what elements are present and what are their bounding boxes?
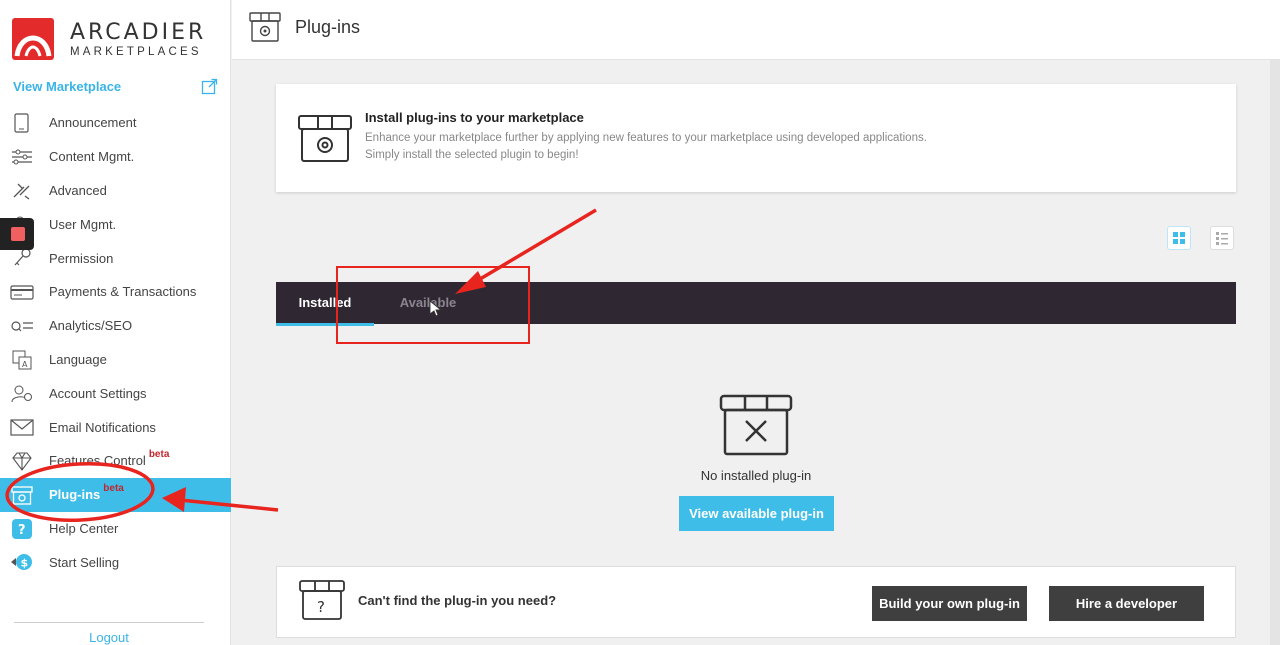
tablet-icon bbox=[14, 113, 29, 133]
sidebar-item-features-control[interactable]: Features Control beta bbox=[0, 444, 231, 478]
view-available-plugin-button[interactable]: View available plug-in bbox=[679, 496, 834, 531]
diamond-icon bbox=[12, 452, 32, 471]
tab-available[interactable]: Available bbox=[386, 282, 470, 324]
sidebar-item-label: Email Notifications bbox=[49, 419, 156, 435]
sidebar-item-label: Help Center bbox=[49, 520, 119, 536]
brand-subtitle: MARKETPLACES bbox=[70, 46, 202, 58]
sidebar-item-label: Payments & Transactions bbox=[49, 284, 197, 300]
install-info-card: Install plug-ins to your marketplace Enh… bbox=[276, 84, 1236, 192]
page-header: Plug-ins bbox=[232, 0, 1280, 60]
sidebar-item-language[interactable]: A Language bbox=[0, 343, 231, 377]
empty-state-message: No installed plug-in bbox=[700, 468, 812, 483]
key-icon bbox=[14, 248, 31, 266]
question-icon: ? bbox=[12, 518, 32, 539]
sidebar-item-start-selling[interactable]: $ Start Selling bbox=[0, 545, 231, 579]
grid-icon bbox=[1173, 232, 1185, 244]
svg-text:?: ? bbox=[18, 523, 26, 538]
list-icon bbox=[1216, 232, 1228, 245]
beta-badge: beta bbox=[103, 483, 124, 495]
sliders-icon bbox=[12, 149, 32, 165]
external-link-icon[interactable] bbox=[201, 78, 218, 95]
build-own-plugin-button[interactable]: Build your own plug-in bbox=[872, 586, 1027, 621]
sidebar-item-advanced[interactable]: Advanced bbox=[0, 174, 231, 208]
info-description: Simply install the selected plugin to be… bbox=[365, 149, 579, 161]
sidebar-item-content-mgmt[interactable]: Content Mgmt. bbox=[0, 140, 231, 174]
sidebar-item-email-notifications[interactable]: Email Notifications bbox=[0, 410, 231, 444]
plugin-tabs: Installed Available bbox=[276, 282, 1236, 326]
info-description: Enhance your marketplace further by appl… bbox=[365, 132, 927, 144]
sidebar-item-account-settings[interactable]: Account Settings bbox=[0, 376, 231, 410]
svg-text:?: ? bbox=[317, 598, 325, 616]
plugin-help-card: ? Can't find the plug-in you need? Build… bbox=[276, 566, 1236, 638]
plugin-box-icon bbox=[249, 12, 281, 42]
brand-logo[interactable]: ARCADIER MARKETPLACES bbox=[12, 18, 212, 62]
sidebar-nav: Announcement Content Mgmt. Advanced User… bbox=[0, 106, 231, 579]
sidebar-item-plug-ins[interactable]: Plug-ins beta bbox=[0, 477, 231, 512]
brand-name: ARCADIER bbox=[70, 20, 207, 45]
dollar-icon: $ bbox=[11, 554, 32, 571]
arcadier-logo-icon bbox=[12, 18, 54, 60]
sidebar-item-label: Content Mgmt. bbox=[49, 149, 135, 165]
screen-recorder-stop-button[interactable] bbox=[0, 218, 34, 250]
sidebar-item-label: Account Settings bbox=[49, 385, 147, 401]
list-view-toggle[interactable] bbox=[1210, 226, 1234, 250]
search-list-icon bbox=[11, 321, 33, 332]
question-box-icon: ? bbox=[299, 580, 345, 620]
tab-installed[interactable]: Installed bbox=[276, 282, 374, 326]
divider bbox=[14, 622, 204, 623]
advanced-tools-icon bbox=[13, 183, 30, 200]
empty-box-icon bbox=[719, 394, 793, 456]
credit-card-icon bbox=[10, 285, 34, 300]
plugin-box-icon bbox=[298, 115, 352, 162]
svg-text:$: $ bbox=[21, 557, 29, 570]
sidebar-item-label: Advanced bbox=[49, 182, 107, 198]
sidebar-item-payments-transactions[interactable]: Payments & Transactions bbox=[0, 275, 231, 309]
grid-view-toggle[interactable] bbox=[1167, 226, 1191, 250]
account-gear-icon bbox=[11, 385, 32, 403]
view-marketplace-label: View Marketplace bbox=[13, 79, 122, 94]
hire-developer-button[interactable]: Hire a developer bbox=[1049, 586, 1204, 621]
sidebar-item-label: Plug-ins bbox=[49, 487, 101, 503]
sidebar-item-label: Announcement bbox=[49, 115, 137, 131]
sidebar-item-label: User Mgmt. bbox=[49, 216, 117, 232]
plugin-box-icon bbox=[11, 486, 33, 505]
sidebar-item-label: Features Control bbox=[49, 453, 146, 469]
sidebar-item-permission[interactable]: Permission bbox=[0, 241, 231, 275]
view-marketplace-link[interactable]: View Marketplace bbox=[13, 78, 218, 98]
sidebar-item-label: Start Selling bbox=[49, 554, 120, 570]
translate-icon: A bbox=[12, 350, 32, 370]
sidebar: ARCADIER MARKETPLACES View Marketplace A… bbox=[0, 0, 231, 645]
sidebar-item-user-mgmt[interactable]: User Mgmt. bbox=[0, 207, 231, 241]
beta-badge: beta bbox=[148, 449, 170, 461]
logout-link[interactable]: Logout bbox=[0, 630, 218, 645]
sidebar-item-label: Language bbox=[49, 351, 107, 367]
help-question: Can't find the plug-in you need? bbox=[358, 593, 557, 608]
sidebar-item-label: Analytics/SEO bbox=[49, 318, 133, 334]
svg-text:A: A bbox=[22, 360, 28, 369]
envelope-icon bbox=[10, 419, 34, 436]
app-root: ARCADIER MARKETPLACES View Marketplace A… bbox=[0, 0, 1280, 645]
info-title: Install plug-ins to your marketplace bbox=[365, 110, 584, 125]
page-title: Plug-ins bbox=[295, 17, 361, 37]
sidebar-item-announcement[interactable]: Announcement bbox=[0, 106, 231, 140]
sidebar-item-label: Permission bbox=[49, 250, 114, 266]
sidebar-item-analytics-seo[interactable]: Analytics/SEO bbox=[0, 309, 231, 343]
sidebar-item-help-center[interactable]: ? Help Center bbox=[0, 512, 231, 546]
scrollbar[interactable] bbox=[1270, 60, 1280, 645]
